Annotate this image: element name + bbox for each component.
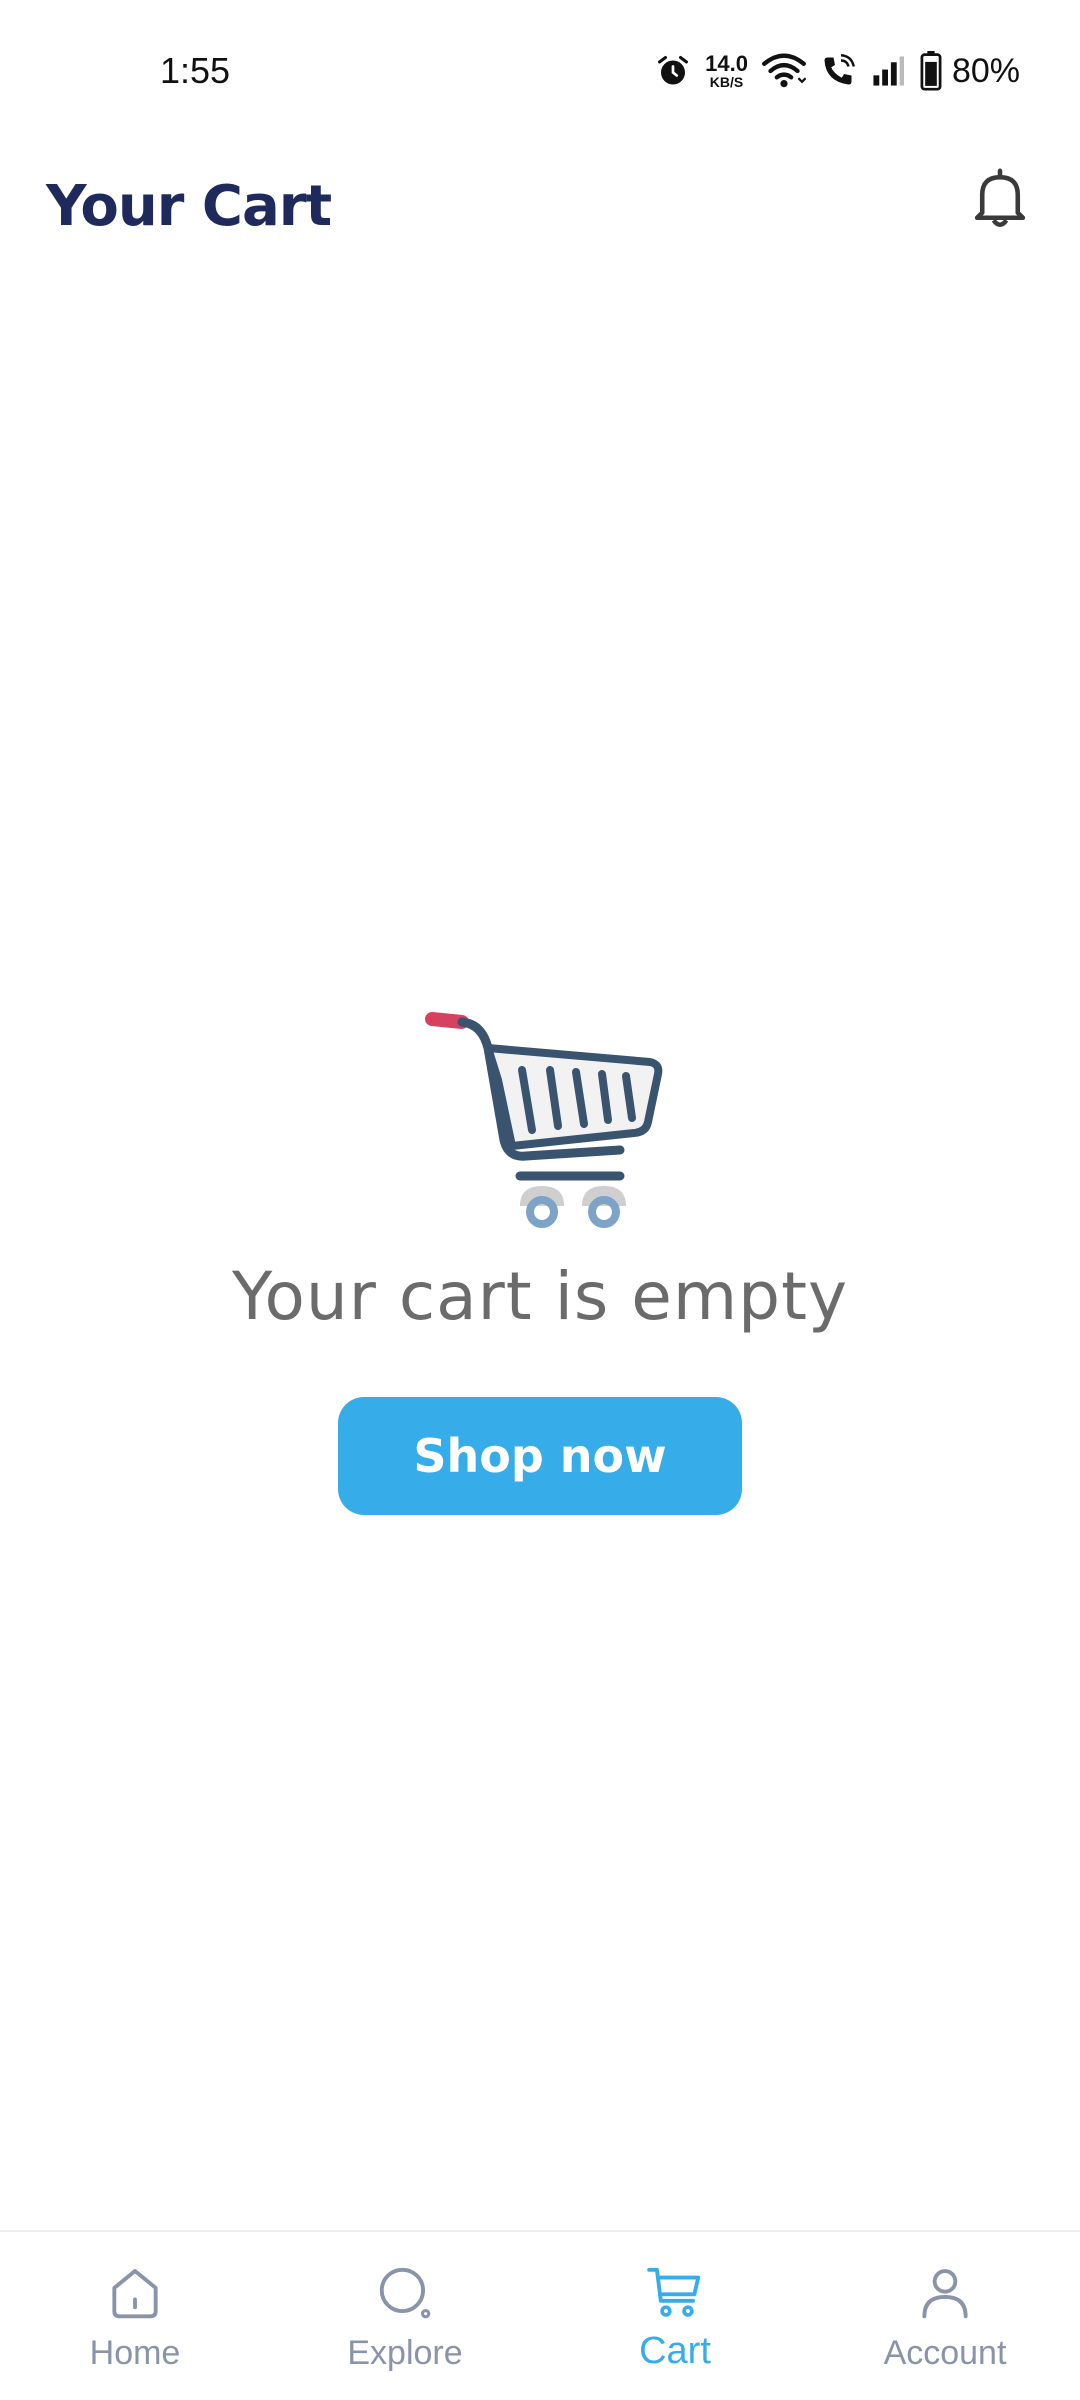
nav-label-account: Account <box>883 2334 1007 2372</box>
nav-label-cart: Cart <box>639 2330 711 2372</box>
cart-icon <box>647 2267 701 2317</box>
user-icon <box>922 2269 968 2319</box>
cart-screen: 1:55 14.0 KB/S 80% Your Cart Your cart i… <box>0 0 1080 2400</box>
battery-percent: 80% <box>951 51 1020 90</box>
battery-icon <box>920 51 942 91</box>
nav-label-explore: Explore <box>347 2334 463 2372</box>
page-title: Your Cart <box>46 174 332 239</box>
alarm-icon <box>658 56 689 85</box>
status-time: 1:55 <box>160 50 231 91</box>
app-header: Your Cart <box>0 160 1080 270</box>
net-speed-unit: KB/S <box>709 74 744 90</box>
empty-cart-message: Your cart is empty <box>231 1258 849 1335</box>
wifi-calling-icon <box>824 54 855 85</box>
net-speed: 14.0 KB/S <box>705 51 748 90</box>
search-icon <box>379 2267 431 2319</box>
signal-icon <box>873 56 904 86</box>
nav-item-account[interactable]: Account <box>810 2232 1080 2400</box>
shop-now-button[interactable]: Shop now <box>338 1397 742 1515</box>
bottom-nav: Home Explore Cart Account <box>0 2230 1080 2400</box>
bell-icon <box>974 168 1026 228</box>
wifi-icon <box>761 53 806 88</box>
home-icon <box>112 2269 158 2319</box>
status-icons: 14.0 KB/S 80% <box>655 46 1020 96</box>
net-speed-value: 14.0 <box>705 51 748 76</box>
nav-label-home: Home <box>89 2334 181 2372</box>
nav-item-home[interactable]: Home <box>0 2232 270 2400</box>
empty-cart-state: Your cart is empty Shop now <box>0 1000 1080 1515</box>
status-bar: 1:55 14.0 KB/S 80% <box>0 0 1080 140</box>
nav-item-cart[interactable]: Cart <box>540 2232 810 2400</box>
notifications-button[interactable] <box>960 160 1040 240</box>
shopping-cart-icon <box>425 1012 663 1228</box>
nav-item-explore[interactable]: Explore <box>270 2232 540 2400</box>
